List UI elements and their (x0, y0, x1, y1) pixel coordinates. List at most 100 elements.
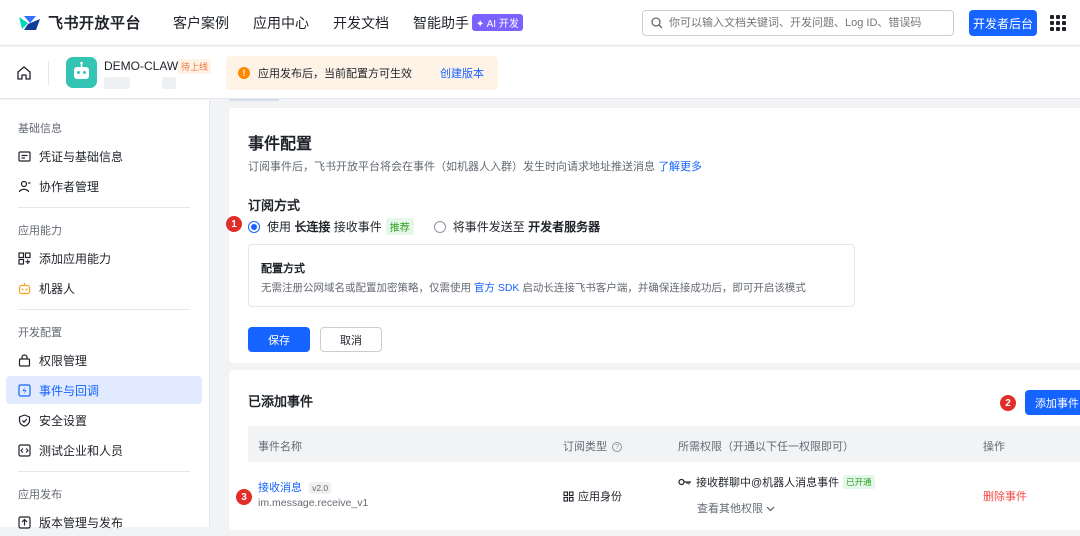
cancel-button[interactable]: 取消 (320, 327, 382, 352)
shield-icon (18, 413, 31, 427)
search-box[interactable] (642, 10, 954, 36)
add-event-button[interactable]: 添加事件 (1025, 390, 1080, 415)
nav-link-ai-assistant[interactable]: 智能助手 ✦ AI 开发 (413, 13, 523, 33)
config-desc-prefix: 无需注册公网域名或配置加密策略，仅需使用 (261, 282, 471, 294)
marker-1: 1 (226, 216, 242, 232)
sidebar-divider (18, 471, 190, 472)
sidebar-group-basic: 基础信息 (18, 123, 62, 135)
app-status-badge: 待上线 (178, 59, 212, 74)
sidebar-item-label: 添加应用能力 (39, 251, 112, 266)
sidebar-item-add-capability[interactable]: 添加应用能力 (6, 244, 202, 272)
sidebar-divider (18, 207, 190, 208)
logo[interactable]: 飞书开放平台 (16, 12, 141, 33)
config-method-title: 配置方式 (261, 263, 305, 275)
config-method-description: 无需注册公网域名或配置加密策略，仅需使用 官方 SDK 启动长连接飞书客户端，并… (261, 280, 806, 295)
subscription-type-label: 应用身份 (578, 491, 622, 503)
sidebar-item-label: 凭证与基础信息 (39, 149, 124, 164)
sidebar-item-label: 协作者管理 (39, 179, 100, 194)
redacted-app-info (104, 77, 130, 89)
key-icon (678, 478, 691, 486)
events-icon (18, 383, 31, 397)
feishu-logo-icon (19, 15, 40, 30)
home-icon[interactable] (16, 65, 32, 81)
warning-icon: ! (238, 67, 250, 79)
nav-link-cases[interactable]: 客户案例 (173, 13, 229, 33)
option2-prefix: 将事件发送至 (452, 220, 525, 234)
column-header-permissions: 所需权限（开通以下任一权限即可） (678, 441, 854, 453)
nav-link-docs[interactable]: 开发文档 (333, 13, 389, 33)
help-icon[interactable]: ? (612, 442, 623, 453)
view-other-permissions-label: 查看其他权限 (697, 503, 763, 515)
subscription-method-title: 订阅方式 (248, 198, 301, 213)
notice-text: 应用发布后，当前配置方可生效 (258, 68, 412, 80)
sidebar-item-security[interactable]: 安全设置 (6, 406, 202, 434)
tab-indicator (229, 99, 279, 101)
permission-label: 接收群聊中@机器人消息事件 (696, 477, 840, 489)
sidebar-item-label: 版本管理与发布 (39, 515, 124, 530)
create-version-link[interactable]: 创建版本 (440, 65, 484, 81)
learn-more-link[interactable]: 了解更多 (658, 161, 702, 173)
page-description-text: 订阅事件后，飞书开放平台将会在事件（如机器人入群）发生时向请求地址推送消息 (248, 161, 655, 173)
radio-developer-server[interactable] (433, 220, 446, 233)
radio-long-connection[interactable] (248, 220, 260, 233)
sidebar-item-test-enterprise[interactable]: 测试企业和人员 (6, 436, 202, 464)
apps-icon (18, 251, 31, 265)
sidebar-item-versions[interactable]: 版本管理与发布 (6, 508, 202, 536)
top-navigation: 飞书开放平台 客户案例 应用中心 开发文档 智能助手 ✦ AI 开发 开发者后台 (0, 0, 1080, 46)
official-sdk-link[interactable]: 官方 SDK (474, 282, 520, 294)
sidebar-item-events[interactable]: 事件与回调 (6, 376, 202, 404)
publish-notice: ! 应用发布后，当前配置方可生效 创建版本 (226, 56, 498, 90)
sidebar-group-dev-config: 开发配置 (18, 327, 62, 339)
sidebar-divider (18, 309, 190, 310)
apps-grid-icon[interactable] (1050, 15, 1066, 31)
robot-avatar-icon (66, 57, 97, 88)
option1-bold: 长连接 (294, 220, 331, 234)
code-icon (18, 443, 31, 457)
table-row-event-name: 接收消息 v2.0 (258, 479, 332, 495)
search-icon (651, 17, 663, 29)
page-description: 订阅事件后，飞书开放平台将会在事件（如机器人入群）发生时向请求地址推送消息 了解… (248, 158, 702, 174)
event-subscription-type: 应用身份 (563, 488, 622, 504)
sidebar-item-credentials[interactable]: 凭证与基础信息 (6, 142, 202, 170)
developer-console-button[interactable]: 开发者后台 (969, 10, 1037, 36)
column-header-subscription-type: 订阅类型 ? (563, 438, 623, 454)
app-name: DEMO-CLAW (104, 59, 179, 73)
header-divider (48, 61, 49, 85)
sidebar: 基础信息 凭证与基础信息 协作者管理 应用能力 添加应用能力 机器人 开发配置 … (0, 100, 210, 530)
sidebar-group-release: 应用发布 (18, 489, 62, 501)
added-events-title: 已添加事件 (248, 394, 314, 409)
nav-link-ai-label: 智能助手 (413, 14, 470, 31)
app-header: DEMO-CLAW 待上线 ! 应用发布后，当前配置方可生效 创建版本 (0, 47, 1080, 99)
search-input[interactable] (669, 17, 939, 29)
robot-icon (18, 282, 31, 294)
logo-text: 飞书开放平台 (48, 15, 142, 32)
column-header-event-name: 事件名称 (258, 441, 302, 453)
option1-prefix: 使用 (267, 220, 292, 234)
nav-link-app-center[interactable]: 应用中心 (253, 13, 309, 33)
page-title: 事件配置 (248, 136, 313, 153)
sidebar-group-capabilities: 应用能力 (18, 225, 62, 237)
event-permission: 接收群聊中@机器人消息事件 已开通 (678, 474, 875, 490)
sidebar-item-label: 事件与回调 (39, 383, 100, 398)
column-header-actions: 操作 (983, 441, 1005, 453)
ai-badge: ✦ AI 开发 (472, 14, 523, 31)
chevron-down-icon (766, 506, 775, 512)
sidebar-item-label: 机器人 (39, 281, 76, 296)
credentials-icon (18, 150, 31, 162)
lock-icon (18, 353, 31, 367)
save-button[interactable]: 保存 (248, 327, 310, 352)
delete-event-button[interactable]: 删除事件 (983, 488, 1027, 504)
config-desc-suffix: 启动长连接飞书客户端，并确保连接成功后，即可开启该模式 (522, 282, 806, 294)
app-identity-icon (563, 490, 574, 502)
events-table-header: 事件名称 订阅类型 ? 所需权限（开通以下任一权限即可） 操作 (248, 426, 1080, 462)
permission-status-badge: 已开通 (843, 475, 875, 489)
sidebar-item-permissions[interactable]: 权限管理 (6, 346, 202, 374)
sidebar-item-label: 权限管理 (39, 353, 88, 368)
recommended-badge: 推荐 (385, 218, 414, 235)
view-other-permissions[interactable]: 查看其他权限 (697, 500, 775, 516)
event-name-link[interactable]: 接收消息 (258, 482, 302, 494)
sidebar-item-collaborators[interactable]: 协作者管理 (6, 172, 202, 200)
column-header-subscription-type-label: 订阅类型 (563, 441, 607, 453)
sidebar-item-robot[interactable]: 机器人 (6, 274, 202, 302)
marker-2: 2 (1000, 395, 1016, 411)
